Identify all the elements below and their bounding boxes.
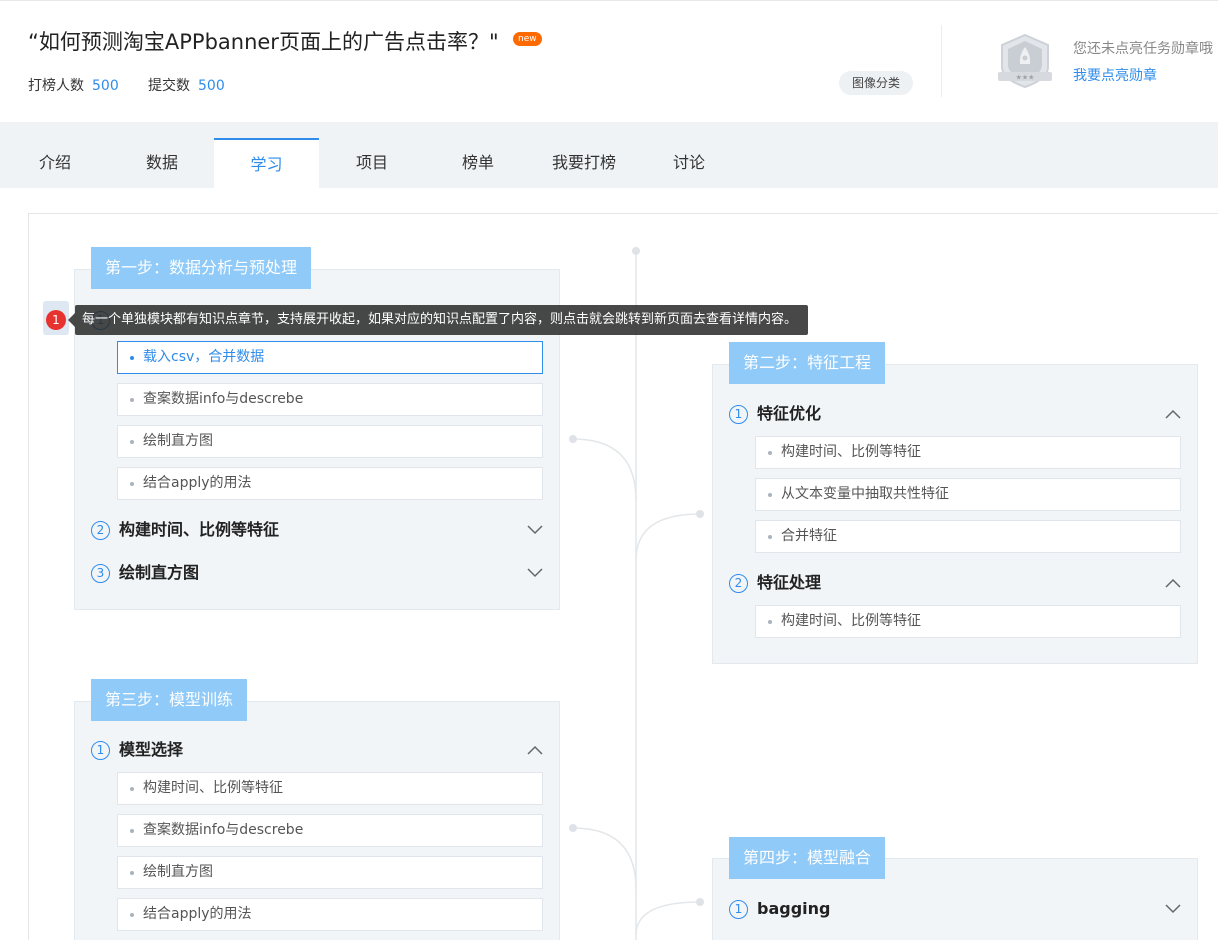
section-title: 构建时间、比例等特征 [119, 520, 280, 539]
guide-tooltip: 每一个单独模块都有知识点章节，支持展开收起，如果对应的知识点配置了内容，则点击就… [75, 305, 808, 335]
step2-section-1[interactable]: 1 特征优化 [729, 399, 821, 429]
category-tag[interactable]: 图像分类 [839, 71, 914, 95]
knowledge-item[interactable]: 查案数据info与descrebe [117, 383, 543, 416]
page: “如何预测淘宝APPbanner页面上的广告点击率？" new 打榜人数 500 … [0, 0, 1218, 940]
participants-value: 500 [92, 78, 119, 94]
participants-stat: 打榜人数 500 [28, 75, 119, 95]
medal-icon: ★★★ [998, 33, 1052, 89]
svg-text:★★★: ★★★ [1016, 74, 1035, 82]
section-title: 模型选择 [119, 740, 184, 759]
step-label-1: 第一步：数据分析与预处理 [91, 247, 312, 289]
section-number-badge: 2 [729, 574, 748, 593]
step3-section-1[interactable]: 1 模型选择 [91, 735, 183, 765]
new-badge: new [513, 32, 542, 46]
submissions-value: 500 [198, 78, 225, 94]
tab-data[interactable]: 数据 [110, 138, 214, 188]
knowledge-item[interactable]: 绘制直方图 [117, 856, 543, 889]
medal-status-text: 您还未点亮任务勋章哦 [1073, 41, 1213, 57]
step4-section-1[interactable]: 1 bagging [729, 894, 830, 924]
tab-discussion[interactable]: 讨论 [637, 138, 741, 188]
chevron-down-icon[interactable] [1164, 900, 1182, 918]
knowledge-item[interactable]: 合并特征 [755, 520, 1181, 553]
section-number-badge: 3 [91, 564, 110, 583]
knowledge-item[interactable]: 构建时间、比例等特征 [117, 772, 543, 805]
light-medal-link[interactable]: 我要点亮勋章 [1073, 65, 1157, 85]
section-title: 特征处理 [757, 573, 822, 592]
submissions-stat: 提交数 500 [148, 75, 225, 95]
step-label-3: 第三步：模型训练 [91, 679, 248, 721]
section-title: bagging [757, 899, 831, 918]
knowledge-item[interactable]: 绘制直方图 [117, 425, 543, 458]
tab-learn[interactable]: 学习 [214, 138, 319, 188]
tab-bar: 介绍 数据 学习 项目 榜单 我要打榜 讨论 [0, 122, 1218, 188]
step-label-4: 第四步：模型融合 [729, 837, 886, 879]
chevron-up-icon[interactable] [526, 741, 544, 759]
section-title: 特征优化 [757, 404, 822, 423]
page-title: “如何预测淘宝APPbanner页面上的广告点击率？" [28, 30, 499, 54]
chevron-up-icon[interactable] [1164, 405, 1182, 423]
header-divider [941, 25, 942, 97]
knowledge-item[interactable]: 结合apply的用法 [117, 898, 543, 931]
section-number-badge: 1 [729, 900, 748, 919]
step-label-2: 第二步：特征工程 [729, 342, 886, 384]
knowledge-item[interactable]: 构建时间、比例等特征 [755, 605, 1181, 638]
section-number-badge: 1 [729, 405, 748, 424]
knowledge-item[interactable]: 结合apply的用法 [117, 467, 543, 500]
chevron-up-icon[interactable] [1164, 574, 1182, 592]
knowledge-item[interactable]: 构建时间、比例等特征 [755, 436, 1181, 469]
competition-header: “如何预测淘宝APPbanner页面上的广告点击率？" new 打榜人数 500 … [0, 0, 1218, 122]
knowledge-item[interactable]: 从文本变量中抽取共性特征 [755, 478, 1181, 511]
section-title: 绘制直方图 [119, 563, 200, 582]
tab-intro[interactable]: 介绍 [0, 138, 110, 188]
step2-section-2[interactable]: 2 特征处理 [729, 568, 821, 598]
chevron-down-icon[interactable] [526, 521, 544, 539]
tooltip-arrow [68, 313, 75, 327]
participants-label: 打榜人数 [28, 78, 84, 94]
step1-section-2[interactable]: 2 构建时间、比例等特征 [91, 515, 279, 545]
chevron-down-icon[interactable] [526, 564, 544, 582]
tab-projects[interactable]: 项目 [319, 138, 425, 188]
section-number-badge: 1 [91, 741, 110, 760]
guide-step-number: 1 [46, 310, 66, 330]
tab-submit[interactable]: 我要打榜 [531, 138, 637, 188]
submissions-label: 提交数 [148, 78, 190, 94]
section-number-badge: 2 [91, 521, 110, 540]
step1-section-3[interactable]: 3 绘制直方图 [91, 558, 199, 588]
tab-leaderboard[interactable]: 榜单 [425, 138, 531, 188]
knowledge-item[interactable]: 载入csv，合并数据 [117, 341, 543, 374]
knowledge-item[interactable]: 查案数据info与descrebe [117, 814, 543, 847]
